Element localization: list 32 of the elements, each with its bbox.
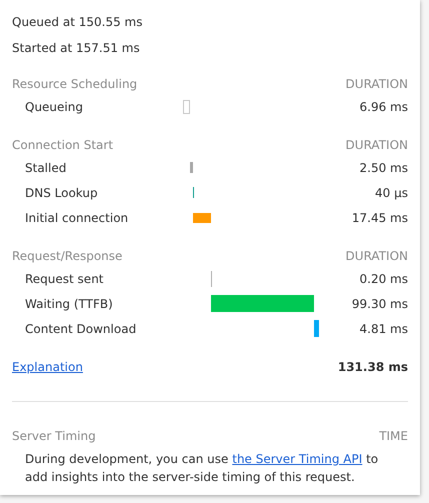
duration-value: 40 µs <box>375 184 408 202</box>
total-duration: 131.38 ms <box>338 359 408 376</box>
timing-label: DNS Lookup <box>25 184 99 202</box>
started-time-text: Started at 157.51 ms <box>12 40 141 57</box>
column-header: DURATION <box>346 137 408 154</box>
duration-value: 4.81 ms <box>360 320 408 338</box>
duration-value: 99.30 ms <box>352 296 408 312</box>
timing-label: Request sent <box>25 270 105 288</box>
queueing-bar <box>183 100 190 114</box>
server-timing-api-link[interactable]: the Server Timing API <box>232 452 362 466</box>
queued-time-text: Queued at 150.55 ms <box>12 14 144 31</box>
explanation-link[interactable]: Explanation <box>12 358 83 376</box>
column-header: TIME <box>379 428 408 445</box>
server-timing-description: During development, you can use the Server Timing API to add insights into the server-side timing of this request. <box>24 451 380 486</box>
section-title: Connection Start <box>12 137 114 154</box>
connection-bar <box>193 212 211 222</box>
stalled-bar <box>190 162 193 173</box>
download-bar <box>314 320 319 337</box>
timing-label: Initial connection <box>25 210 130 226</box>
timing-label: Content Download <box>25 320 138 338</box>
column-header: DURATION <box>346 248 408 265</box>
duration-value: 17.45 ms <box>352 210 408 226</box>
timing-label: Stalled <box>25 160 68 176</box>
duration-value: 2.50 ms <box>360 160 408 176</box>
duration-value: 0.20 ms <box>360 270 408 288</box>
timing-label: Queueing <box>25 98 84 116</box>
section-title: Resource Scheduling <box>12 76 138 93</box>
section-title: Server Timing <box>12 428 96 445</box>
section-title: Request/Response <box>12 248 122 265</box>
duration-value: 6.96 ms <box>360 98 408 116</box>
column-header: DURATION <box>346 76 408 93</box>
timing-label: Waiting (TTFB) <box>25 296 114 312</box>
